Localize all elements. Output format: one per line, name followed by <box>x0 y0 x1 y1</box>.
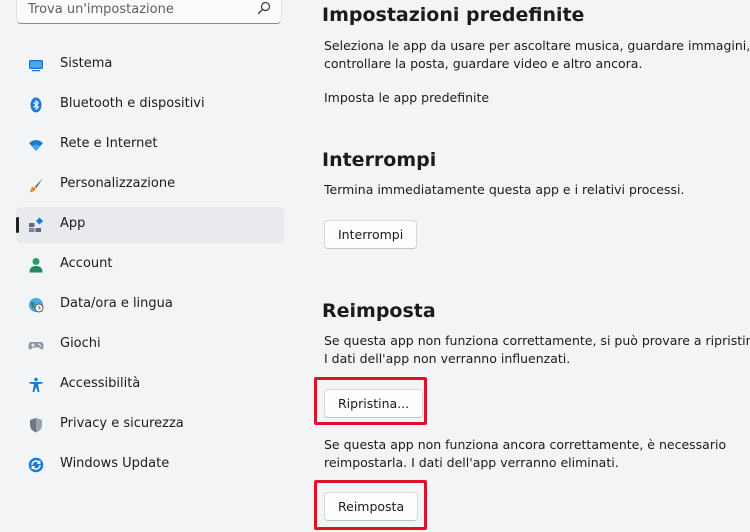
sidebar-item-label: Windows Update <box>60 456 170 471</box>
sidebar-item-label: Rete e Internet <box>60 136 158 151</box>
brush-icon <box>29 178 43 193</box>
search-box[interactable]: Trova un'impostazione <box>16 0 282 24</box>
gamepad-icon <box>28 342 44 350</box>
accessibility-icon <box>29 377 43 392</box>
reset-description: Se questa app non funziona ancora corret… <box>324 436 726 472</box>
sidebar-item-windows-update[interactable]: Windows Update <box>16 447 284 483</box>
sidebar-item-app[interactable]: App <box>16 207 284 243</box>
sidebar: Trova un'impostazione Sistema Bluetooth … <box>0 0 300 532</box>
shield-icon <box>30 418 42 433</box>
selection-indicator <box>16 217 19 233</box>
system-icon <box>29 60 43 72</box>
sidebar-item-sistema[interactable]: Sistema <box>16 47 284 83</box>
sidebar-item-label: App <box>60 216 86 231</box>
sidebar-item-label: Personalizzazione <box>60 176 176 191</box>
person-icon <box>29 258 43 273</box>
search-icon[interactable] <box>257 1 271 15</box>
main-content: Impostazioni predefinite Seleziona le ap… <box>322 0 750 532</box>
sidebar-item-label: Sistema <box>60 56 113 71</box>
terminate-section-title: Interrompi <box>322 149 437 171</box>
sidebar-item-privacy[interactable]: Privacy e sicurezza <box>16 407 284 443</box>
sidebar-item-label: Privacy e sicurezza <box>60 416 184 431</box>
defaults-description: Seleziona le app da usare per ascoltare … <box>324 37 750 73</box>
terminate-description: Termina immediatamente questa app e i re… <box>324 182 685 197</box>
sidebar-item-label: Bluetooth e dispositivi <box>60 96 205 111</box>
apps-icon <box>29 217 44 232</box>
repair-description-line: I dati dell'app non verranno influenzati… <box>324 351 571 366</box>
globe-clock-icon <box>29 298 44 313</box>
sidebar-item-label: Data/ora e lingua <box>60 296 173 311</box>
update-icon <box>28 457 44 473</box>
repair-button[interactable]: Ripristina... <box>324 389 424 418</box>
wifi-icon <box>29 140 43 151</box>
sidebar-item-data-ora[interactable]: Data/ora e lingua <box>16 287 284 323</box>
reset-description-line: Se questa app non funziona ancora corret… <box>324 437 727 452</box>
set-default-apps-link[interactable]: Imposta le app predefinite <box>324 89 489 107</box>
sidebar-item-account[interactable]: Account <box>16 247 284 283</box>
reset-section-title: Reimposta <box>322 300 436 322</box>
sidebar-item-giochi[interactable]: Giochi <box>16 327 284 363</box>
sidebar-item-accessibilita[interactable]: Accessibilità <box>16 367 284 403</box>
sidebar-item-label: Accessibilità <box>60 376 141 391</box>
sidebar-item-rete[interactable]: Rete e Internet <box>16 127 284 163</box>
reset-button[interactable]: Reimposta <box>324 492 419 521</box>
repair-description: Se questa app non funziona correttamente… <box>324 332 750 368</box>
search-input[interactable]: Trova un'impostazione <box>28 2 174 17</box>
defaults-description-line: controllare la posta, guardare video e a… <box>324 56 643 71</box>
reset-description-line: reimpostarla. I dati dell'app verranno e… <box>324 455 619 470</box>
defaults-description-line: Seleziona le app da usare per ascoltare … <box>324 38 750 53</box>
sidebar-item-bluetooth[interactable]: Bluetooth e dispositivi <box>16 87 284 123</box>
sidebar-item-label: Account <box>60 256 113 271</box>
bluetooth-icon <box>30 97 42 113</box>
terminate-button[interactable]: Interrompi <box>324 220 418 249</box>
repair-description-line: Se questa app non funziona correttamente… <box>324 333 750 348</box>
sidebar-item-personalizzazione[interactable]: Personalizzazione <box>16 167 284 203</box>
defaults-section-title: Impostazioni predefinite <box>322 4 585 26</box>
sidebar-item-label: Giochi <box>60 336 101 351</box>
